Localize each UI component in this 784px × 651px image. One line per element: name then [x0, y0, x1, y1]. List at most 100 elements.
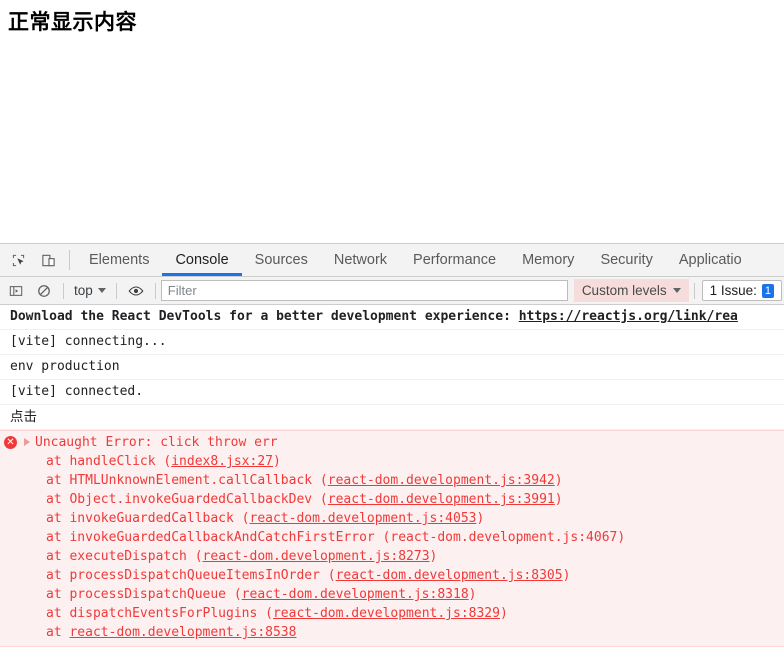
frame-link[interactable]: react-dom.development.js:8538 [69, 625, 296, 640]
console-message-vite-connecting: [vite] connecting... [0, 330, 784, 355]
message-text: env production [10, 359, 120, 374]
expand-triangle-icon[interactable] [24, 438, 30, 446]
page-heading: 正常显示内容 [8, 10, 137, 34]
frame-link[interactable]: react-dom.development.js:3991 [328, 492, 555, 507]
stack-frame: at dispatchEventsForPlugins (react-dom.d… [0, 604, 784, 623]
live-expression-button[interactable] [122, 279, 150, 303]
context-label: top [74, 283, 93, 298]
frame-function: at dispatchEventsForPlugins ( [46, 606, 273, 621]
log-levels-select[interactable]: Custom levels [573, 279, 689, 302]
console-message-list: Download the React DevTools for a better… [0, 305, 784, 647]
tab-label: Performance [413, 252, 497, 268]
frame-function: at HTMLUnknownElement.callCallback ( [46, 473, 328, 488]
frame-tail: ) [617, 530, 626, 545]
tab-sources[interactable]: Sources [242, 244, 321, 276]
tab-label: Applicatio [678, 252, 742, 268]
eye-icon [128, 285, 144, 296]
clear-console-icon [38, 284, 50, 297]
tab-label: Console [175, 252, 229, 268]
frame-link[interactable]: react-dom.development.js:8329 [273, 606, 500, 621]
stack-frame: at invokeGuardedCallbackAndCatchFirstErr… [0, 528, 784, 547]
tab-performance[interactable]: Performance [400, 244, 509, 276]
devtools-panel: Elements Console Sources Network Perform… [0, 243, 784, 651]
frame-tail: ) [562, 568, 571, 583]
stack-frame: at invokeGuardedCallback (react-dom.deve… [0, 509, 784, 528]
message-text: [vite] connected. [10, 384, 144, 399]
tab-memory[interactable]: Memory [509, 244, 587, 276]
device-toolbar-button[interactable] [33, 244, 63, 276]
console-sidebar-icon [9, 285, 23, 296]
message-text: [vite] connecting... [10, 334, 167, 349]
chevron-down-icon [672, 288, 681, 293]
frame-function: at Object.invokeGuardedCallbackDev ( [46, 492, 328, 507]
frame-function: at processDispatchQueue ( [46, 587, 242, 602]
frame-function: at invokeGuardedCallbackAndCatchFirstErr… [46, 530, 391, 545]
tab-network[interactable]: Network [321, 244, 400, 276]
frame-link[interactable]: react-dom.development.js:8305 [336, 568, 563, 583]
frame-tail: ) [554, 492, 563, 507]
frame-function: at invokeGuardedCallback ( [46, 511, 250, 526]
error-title: Uncaught Error: click throw err [35, 435, 278, 450]
frame-function: at processDispatchQueueItemsInOrder ( [46, 568, 336, 583]
console-toolbar: top Custom levels 1 Issue: 1 [0, 277, 784, 305]
issues-label: 1 Issue: [709, 283, 757, 298]
react-devtools-link[interactable]: https://reactjs.org/link/rea [519, 309, 738, 324]
toolbar-divider [115, 282, 117, 299]
frame-link[interactable]: react-dom.development.js:8273 [203, 549, 430, 564]
tab-label: Sources [254, 252, 308, 268]
frame-link[interactable]: react-dom.development.js:8318 [242, 587, 469, 602]
frame-tail: ) [554, 473, 563, 488]
console-sidebar-button[interactable] [2, 279, 30, 303]
toolbar-divider [693, 282, 695, 299]
tab-application[interactable]: Applicatio [666, 244, 755, 276]
console-message-click: 点击 [0, 405, 784, 430]
page-viewport: 正常显示内容 [0, 0, 784, 243]
stack-frame: at executeDispatch (react-dom.developmen… [0, 547, 784, 566]
console-message-vite-connected: [vite] connected. [0, 380, 784, 405]
inspect-element-button[interactable] [3, 244, 33, 276]
error-circle-icon: ✕ [4, 436, 17, 449]
frame-link[interactable]: index8.jsx:27 [171, 454, 273, 469]
tab-security[interactable]: Security [587, 244, 665, 276]
tab-label: Elements [89, 252, 150, 268]
frame-link[interactable]: react-dom.development.js:3942 [328, 473, 555, 488]
frame-function: at [46, 625, 70, 640]
toolbar-divider [69, 250, 70, 270]
console-error-header[interactable]: ✕ Uncaught Error: click throw err [0, 433, 784, 452]
stack-frame: at HTMLUnknownElement.callCallback (reac… [0, 471, 784, 490]
frame-function: at handleClick ( [46, 454, 172, 469]
console-error-group: ✕ Uncaught Error: click throw err at han… [0, 430, 784, 647]
tab-console[interactable]: Console [162, 244, 242, 276]
frame-link[interactable]: react-dom.development.js:4067 [390, 530, 617, 545]
log-levels-label: Custom levels [581, 283, 667, 298]
devtools-tabstrip: Elements Console Sources Network Perform… [0, 244, 784, 277]
clear-console-button[interactable] [30, 279, 58, 303]
tab-label: Memory [522, 252, 575, 268]
device-toolbar-icon [41, 254, 55, 266]
frame-function: at executeDispatch ( [46, 549, 203, 564]
stack-frame: at processDispatchQueue (react-dom.devel… [0, 585, 784, 604]
chevron-down-icon [97, 288, 106, 293]
console-message-env: env production [0, 355, 784, 380]
toolbar-divider [154, 282, 156, 299]
tab-elements[interactable]: Elements [76, 244, 162, 276]
frame-tail: ) [468, 587, 477, 602]
stack-frame: at processDispatchQueueItemsInOrder (rea… [0, 566, 784, 585]
message-text: Download the React DevTools for a better… [10, 309, 519, 324]
console-message-react-devtools: Download the React DevTools for a better… [0, 305, 784, 330]
stack-frame: at Object.invokeGuardedCallbackDev (reac… [0, 490, 784, 509]
execution-context-select[interactable]: top [69, 281, 111, 300]
frame-link[interactable]: react-dom.development.js:4053 [250, 511, 477, 526]
toolbar-divider [63, 282, 64, 299]
tab-label: Network [333, 252, 388, 268]
frame-tail: ) [429, 549, 438, 564]
stack-frame: at handleClick (index8.jsx:27) [0, 452, 784, 471]
frame-tail: ) [476, 511, 485, 526]
issues-button[interactable]: 1 Issue: 1 [701, 280, 782, 301]
inspect-element-icon [12, 254, 24, 266]
issues-count-badge: 1 [761, 283, 774, 298]
stack-frame: at react-dom.development.js:8538 [0, 623, 784, 642]
tab-label: Security [600, 252, 653, 268]
console-filter-input[interactable] [160, 280, 568, 301]
frame-tail: ) [272, 454, 281, 469]
